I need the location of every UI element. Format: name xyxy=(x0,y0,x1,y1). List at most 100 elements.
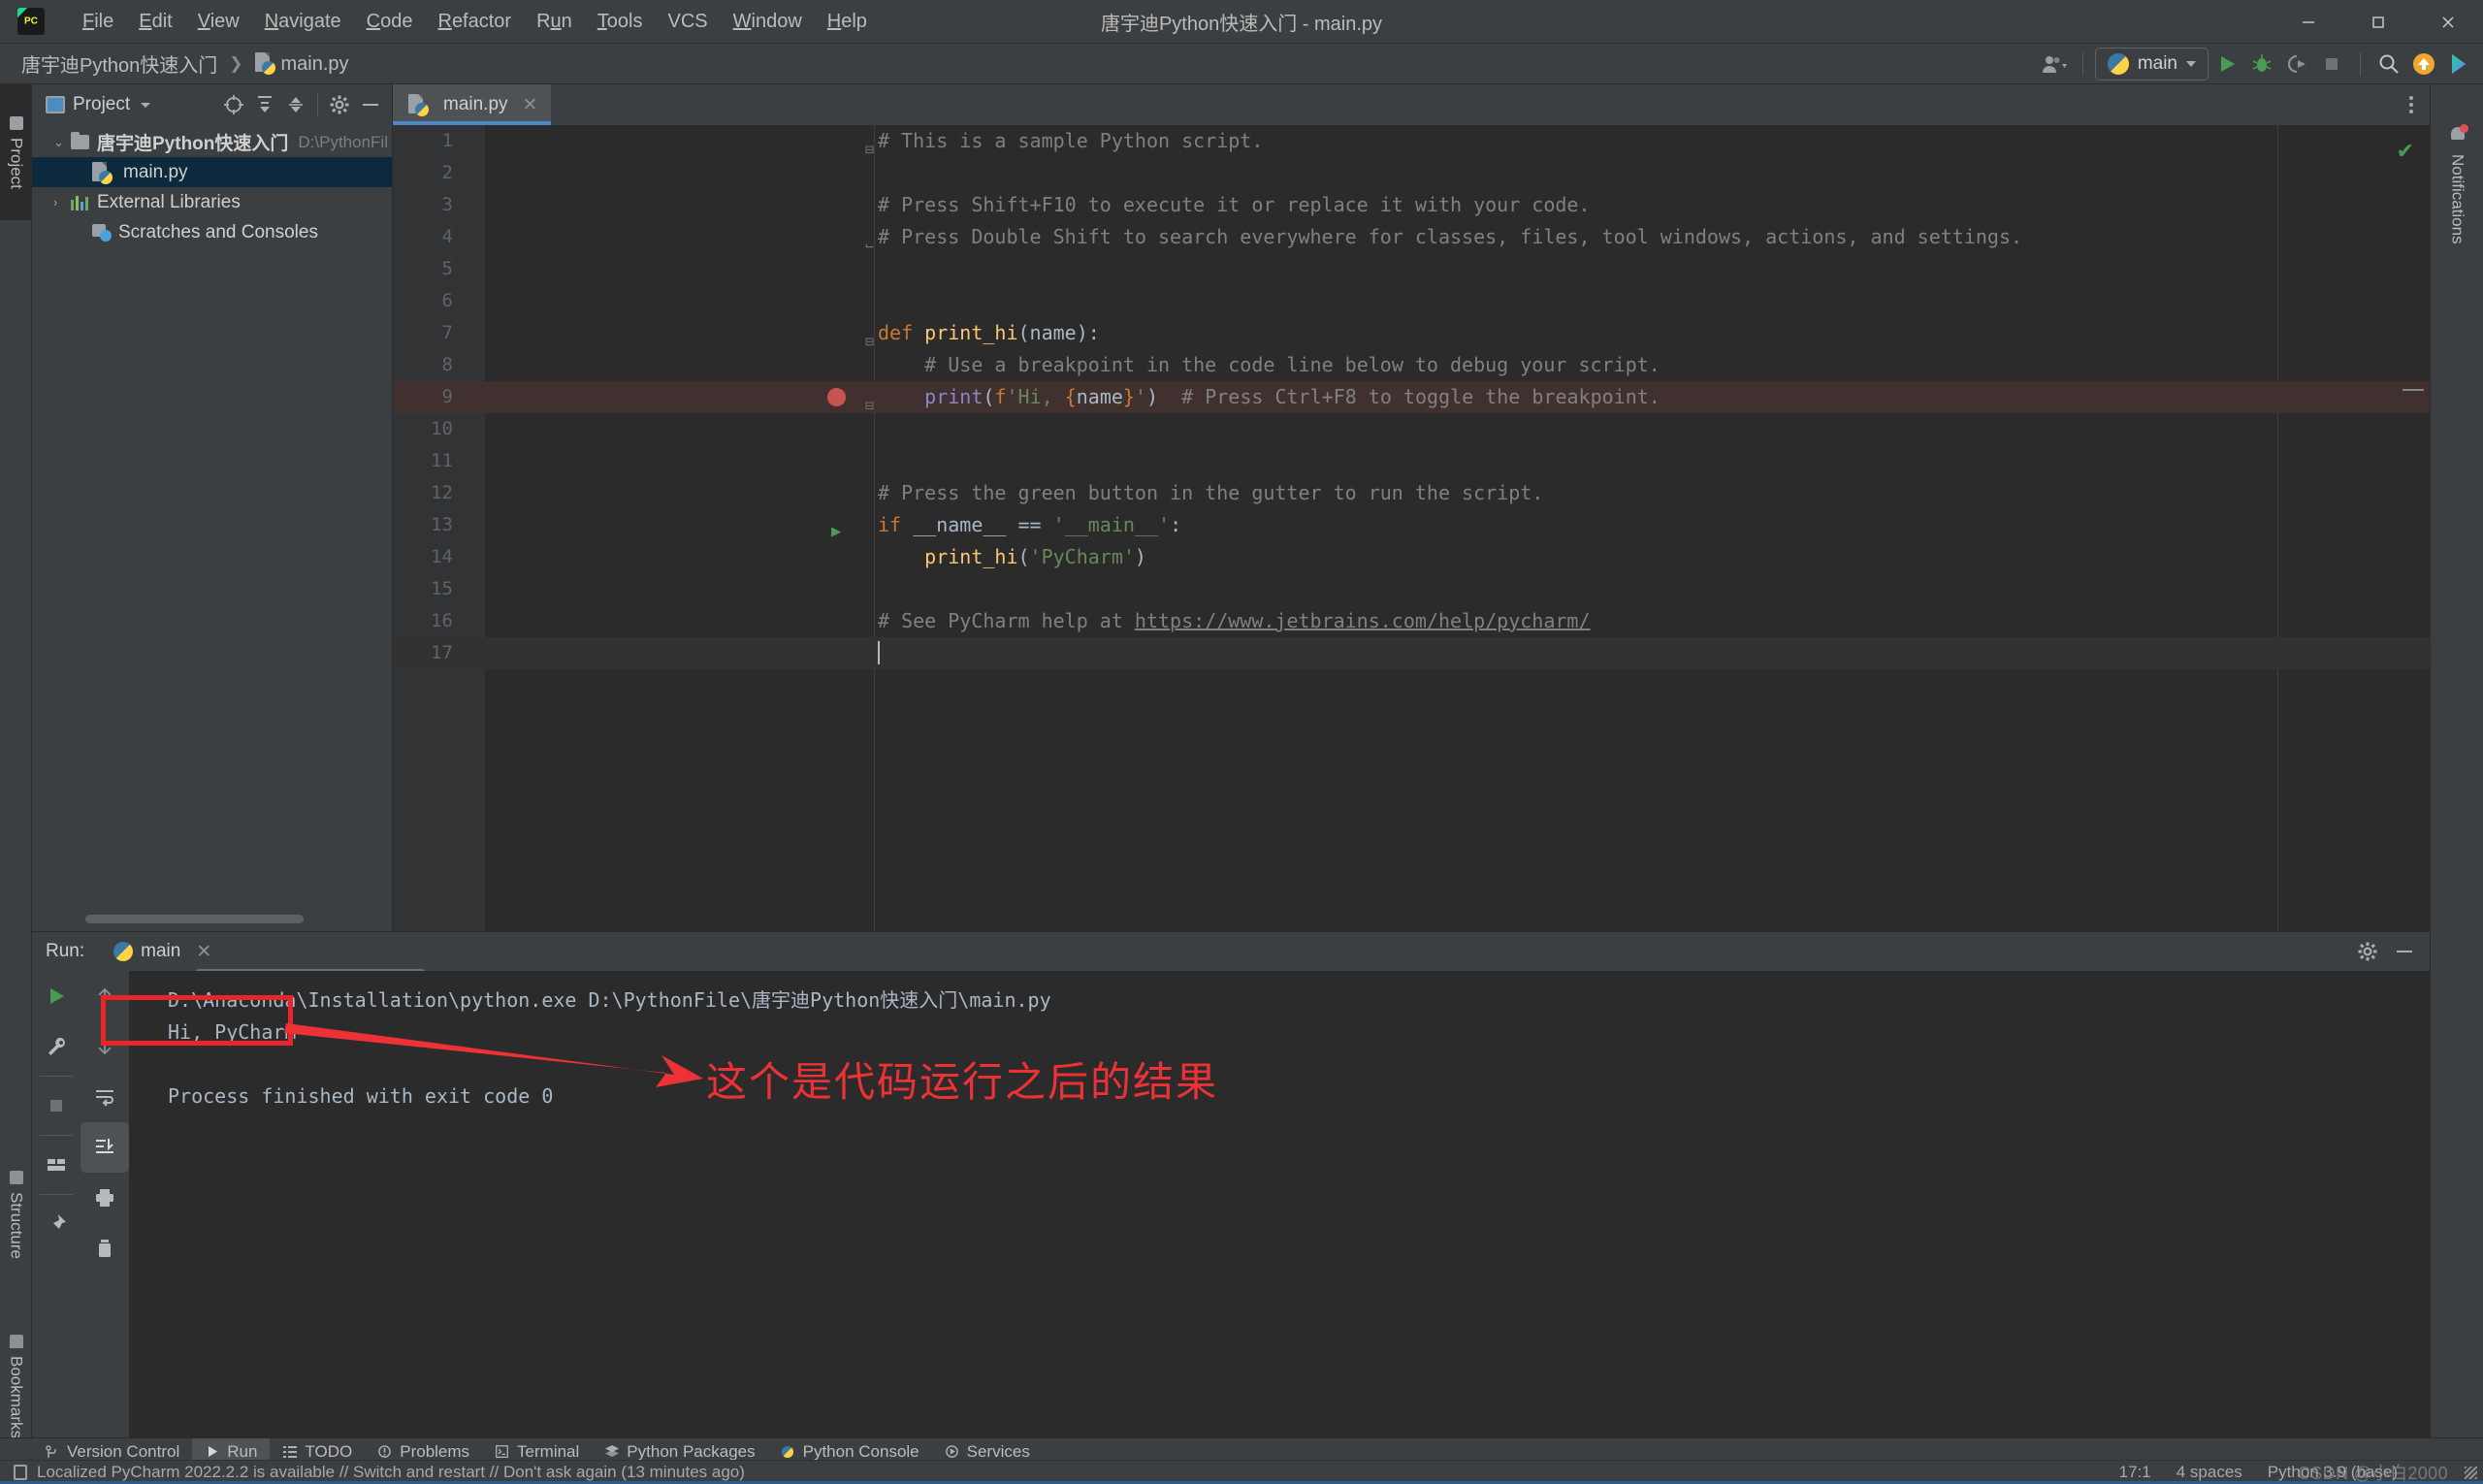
code-line[interactable]: 16 # See PyCharm help at https://www.jetb… xyxy=(393,605,2430,637)
run-configuration-selector[interactable]: main xyxy=(2094,47,2209,81)
window-resize-grip[interactable] xyxy=(2465,1467,2477,1479)
code-line[interactable]: 8 # Use a breakpoint in the code line be… xyxy=(393,349,2430,381)
chevron-right-icon[interactable]: › xyxy=(53,195,71,210)
ide-assistant-icon[interactable] xyxy=(2442,48,2475,80)
line-number: 11 xyxy=(431,450,453,471)
caret-position[interactable]: 17:1 xyxy=(2119,1463,2151,1482)
code-line[interactable]: 9 ⊟ print(f'Hi, {name}') # Press Ctrl+F8 … xyxy=(393,381,2430,414)
menu-item-edit[interactable]: Edit xyxy=(126,8,184,36)
close-button[interactable] xyxy=(2413,0,2483,44)
code-line[interactable]: 14 print_hi('PyCharm') xyxy=(393,541,2430,573)
code-line[interactable]: 6 xyxy=(393,285,2430,317)
code-line[interactable]: 10 xyxy=(393,413,2430,445)
tree-node-main-py[interactable]: main.py xyxy=(32,157,392,187)
menu-item-vcs[interactable]: VCS xyxy=(656,8,721,36)
line-number: 8 xyxy=(441,354,453,375)
print-icon[interactable] xyxy=(81,1173,129,1223)
code-line[interactable]: 1 ⊟ # This is a sample Python script. xyxy=(393,125,2430,158)
code-line[interactable]: 7 ⊟ def print_hi(name): xyxy=(393,317,2430,350)
code-line[interactable]: 17 xyxy=(393,637,2430,669)
code-line[interactable]: 15 xyxy=(393,573,2430,605)
chevron-down-icon[interactable] xyxy=(130,90,161,119)
update-icon[interactable] xyxy=(2407,48,2440,80)
close-icon[interactable]: ✕ xyxy=(196,941,211,963)
sidebar-item-structure[interactable]: Structure xyxy=(0,1142,32,1287)
menu-item-tools[interactable]: Tools xyxy=(585,8,656,36)
breadcrumb-file[interactable]: main.py xyxy=(251,50,353,78)
gear-icon[interactable] xyxy=(324,90,355,119)
maximize-button[interactable] xyxy=(2343,0,2413,44)
gear-icon[interactable] xyxy=(2352,937,2383,966)
debug-icon[interactable] xyxy=(2245,48,2278,80)
notification-doc-icon xyxy=(14,1465,27,1480)
menu-item-refactor[interactable]: Refactor xyxy=(425,8,524,36)
run-console-output[interactable]: D:\Anaconda\Installation\python.exe D:\P… xyxy=(129,971,2430,1437)
run-tab-main[interactable]: main ✕ xyxy=(106,938,219,966)
menu-item-window[interactable]: Window xyxy=(721,8,815,36)
code-line[interactable]: 2 xyxy=(393,157,2430,189)
minimize-button[interactable] xyxy=(2273,0,2343,44)
tree-node-project-root[interactable]: ⌄ 唐宇迪Python快速入门 D:\PythonFil xyxy=(32,127,392,157)
menu-item-file[interactable]: FFileile xyxy=(70,8,126,36)
sidebar-item-notifications[interactable]: Notifications xyxy=(2431,113,2483,244)
expand-all-icon[interactable] xyxy=(249,90,280,119)
code-line[interactable]: 4 ⌐ # Press Double Shift to search everywh… xyxy=(393,221,2430,255)
close-icon[interactable]: ✕ xyxy=(523,94,538,116)
bottom-item-label: Python Console xyxy=(802,1441,919,1461)
breakpoint-icon[interactable] xyxy=(827,388,846,406)
scroll-to-end-icon[interactable] xyxy=(81,1122,129,1173)
hide-run-window-icon[interactable] xyxy=(2389,937,2420,966)
sidebar-item-project[interactable]: Project xyxy=(0,84,32,220)
more-options-icon[interactable] xyxy=(2397,90,2426,119)
line-number: 1 xyxy=(441,130,453,151)
hide-panel-icon[interactable] xyxy=(355,90,386,119)
run-with-coverage-icon[interactable] xyxy=(2280,48,2313,80)
code-line[interactable]: 13 ▶ if __name__ == '__main__': xyxy=(393,509,2430,541)
clear-all-icon[interactable] xyxy=(81,1223,129,1274)
code-line[interactable]: 12 # Press the green button in the gutter… xyxy=(393,477,2430,509)
code-text: # See PyCharm help at https://www.jetbra… xyxy=(878,609,1591,632)
pin-tab-icon[interactable] xyxy=(32,1199,81,1249)
menu-item-navigate[interactable]: Navigate xyxy=(252,8,354,36)
code-line[interactable]: 11 xyxy=(393,445,2430,477)
code-line[interactable]: 5 xyxy=(393,253,2430,285)
tree-node-scratches[interactable]: Scratches and Consoles xyxy=(32,217,392,247)
project-horizontal-scrollbar[interactable] xyxy=(85,915,304,923)
status-message-area[interactable]: Localized PyCharm 2022.2.2 is available … xyxy=(14,1463,745,1482)
menu-item-run[interactable]: Run xyxy=(524,8,585,36)
code-line[interactable]: 3 # Press Shift+F10 to execute it or repl… xyxy=(393,189,2430,221)
previous-occurrence-icon[interactable] xyxy=(81,971,129,1021)
inspection-status-icon[interactable]: ✔ xyxy=(2397,139,2414,164)
csdn-watermark: CSDN @小白2000 xyxy=(2297,1463,2448,1483)
soft-wrap-icon[interactable] xyxy=(81,1072,129,1122)
stop-icon[interactable] xyxy=(2315,48,2348,80)
collapse-all-icon[interactable] xyxy=(280,90,311,119)
search-icon[interactable] xyxy=(2372,48,2405,80)
bottom-item-label: Version Control xyxy=(67,1441,180,1461)
breadcrumb-project[interactable]: 唐宇迪Python快速入门 xyxy=(17,48,221,80)
status-bar: Localized PyCharm 2022.2.2 is available … xyxy=(0,1460,2483,1484)
edit-configuration-icon[interactable] xyxy=(32,1021,81,1072)
tree-node-external-libraries[interactable]: › External Libraries xyxy=(32,187,392,217)
sidebar-item-label: Bookmarks xyxy=(7,1355,26,1439)
project-icon xyxy=(46,96,65,113)
code-editor[interactable]: 1 ⊟ # This is a sample Python script. 2 3 # P… xyxy=(393,125,2430,931)
next-occurrence-icon[interactable] xyxy=(81,1021,129,1072)
menu-item-view[interactable]: View xyxy=(185,8,252,36)
menu-item-help[interactable]: Help xyxy=(815,8,880,36)
account-icon[interactable] xyxy=(2038,48,2071,80)
rerun-icon[interactable] xyxy=(32,971,81,1021)
chevron-down-icon[interactable]: ⌄ xyxy=(53,135,71,150)
layout-settings-icon[interactable] xyxy=(32,1140,81,1190)
menu-item-code[interactable]: Code xyxy=(354,8,426,36)
toolbar-separator-2 xyxy=(2360,51,2361,76)
run-icon[interactable] xyxy=(2210,48,2243,80)
stop-process-icon[interactable] xyxy=(32,1081,81,1131)
code-text: # Use a breakpoint in the code line belo… xyxy=(924,353,1661,376)
indent-setting[interactable]: 4 spaces xyxy=(2177,1463,2242,1482)
select-opened-file-icon[interactable] xyxy=(218,90,249,119)
editor-tab-main-py[interactable]: main.py ✕ xyxy=(393,84,552,125)
project-tree: ⌄ 唐宇迪Python快速入门 D:\PythonFil main.py › E… xyxy=(32,125,392,247)
toolbar-separator-1 xyxy=(2081,51,2083,76)
tree-node-label: main.py xyxy=(123,161,188,182)
